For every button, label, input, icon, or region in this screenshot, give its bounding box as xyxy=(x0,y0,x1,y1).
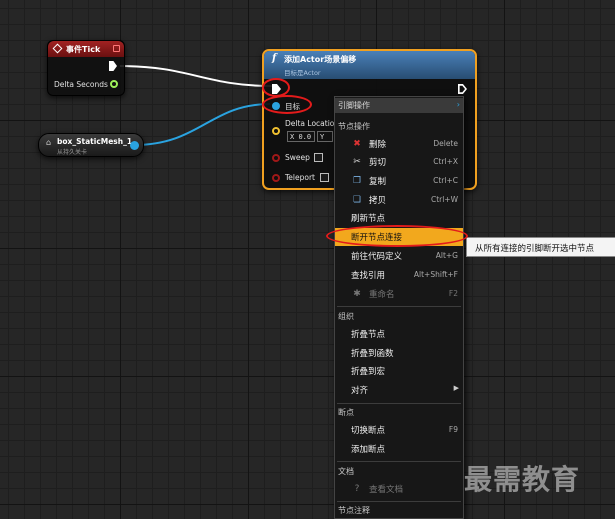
help-icon: ? xyxy=(354,484,360,494)
delta-location-pin[interactable] xyxy=(272,127,280,135)
menu-item-delete[interactable]: ✖ 删除 Delete xyxy=(335,135,463,153)
section-documentation: 文档 xyxy=(338,467,354,476)
menu-item-collapse-to-macro[interactable]: 折叠到宏 xyxy=(335,362,463,380)
menu-item-collapse-nodes[interactable]: 折叠节点 xyxy=(335,325,463,343)
object-output-pin[interactable] xyxy=(130,141,139,150)
object-wire xyxy=(133,103,271,146)
menu-header-pin-actions: 引脚操作 › xyxy=(335,98,463,113)
menu-separator xyxy=(337,461,461,462)
section-organize: 组织 xyxy=(338,312,354,321)
variable-node[interactable]: ⌂ box_StaticMesh_1 从持久关卡 xyxy=(38,133,144,157)
menu-item-view-docs[interactable]: ? 查看文档 xyxy=(335,480,463,498)
menu-separator xyxy=(337,306,461,307)
duplicate-icon: ❏ xyxy=(352,195,362,205)
menu-separator xyxy=(337,501,461,502)
menu-item-rename[interactable]: ✱ 重命名 F2 xyxy=(335,285,463,303)
event-icon xyxy=(52,43,63,54)
delete-icon: ✖ xyxy=(353,139,361,149)
menu-item-align[interactable]: 对齐 ▶ xyxy=(335,381,463,399)
function-node-title: 添加Actor场景偏移 xyxy=(284,55,357,64)
menu-item-goto-code[interactable]: 前往代码定义 Alt+G xyxy=(335,247,463,265)
event-node-header: 事件Tick xyxy=(48,41,124,57)
exec-output-pin[interactable] xyxy=(109,61,117,71)
context-menu: 引脚操作 › 节点操作 ✖ 删除 Delete ✂ 剪切 Ctrl+X ❐ 复制… xyxy=(334,96,464,519)
function-icon: f xyxy=(272,53,277,64)
section-node-actions: 节点操作 xyxy=(338,122,370,131)
menu-item-duplicate[interactable]: ❏ 拷贝 Ctrl+W xyxy=(335,191,463,209)
sweep-checkbox[interactable] xyxy=(314,153,323,162)
delta-seconds-pin[interactable] xyxy=(110,80,118,88)
teleport-pin[interactable] xyxy=(272,174,280,182)
chevron-right-icon: › xyxy=(456,100,460,109)
exec-output-pin[interactable] xyxy=(458,84,467,94)
teleport-label: Teleport xyxy=(285,173,315,182)
teleport-checkbox[interactable] xyxy=(320,173,329,182)
variable-subtitle: 从持久关卡 xyxy=(57,149,88,156)
event-tick-node[interactable]: 事件Tick Delta Seconds xyxy=(47,40,125,96)
y-value-field[interactable]: Y xyxy=(317,131,333,142)
level-actor-icon: ⌂ xyxy=(46,138,52,147)
x-value-field[interactable]: X 0.0 xyxy=(287,131,315,142)
exec-wire xyxy=(119,65,273,87)
function-node-subtitle: 目标是Actor xyxy=(284,69,321,77)
delta-seconds-label: Delta Seconds xyxy=(54,80,108,89)
function-node-header: f 添加Actor场景偏移 目标是Actor xyxy=(264,51,475,79)
break-links-annotation xyxy=(326,225,468,247)
copy-icon: ❐ xyxy=(352,176,362,186)
delta-location-label: Delta Location xyxy=(285,119,340,128)
rename-star-icon: ✱ xyxy=(353,289,361,299)
sweep-label: Sweep xyxy=(285,153,310,162)
menu-separator xyxy=(337,403,461,404)
target-pin-annotation xyxy=(262,95,312,114)
menu-item-toggle-breakpoint[interactable]: 切换断点 F9 xyxy=(335,421,463,439)
event-node-title: 事件Tick xyxy=(66,45,101,54)
menu-item-copy[interactable]: ❐ 复制 Ctrl+C xyxy=(335,172,463,190)
break-links-tooltip: 从所有连接的引脚断开选中节点 xyxy=(466,237,615,257)
menu-item-collapse-to-function[interactable]: 折叠到函数 xyxy=(335,344,463,362)
menu-item-add-breakpoint[interactable]: 添加断点 xyxy=(335,440,463,458)
section-node-comment: 节点注释 xyxy=(338,506,370,515)
sweep-pin[interactable] xyxy=(272,154,280,162)
menu-item-cut[interactable]: ✂ 剪切 Ctrl+X xyxy=(335,153,463,171)
section-breakpoints: 断点 xyxy=(338,408,354,417)
menu-item-find-references[interactable]: 查找引用 Alt+Shift+F xyxy=(335,266,463,284)
stop-icon xyxy=(113,45,120,52)
submenu-arrow-icon: ▶ xyxy=(453,384,459,392)
scissors-icon: ✂ xyxy=(353,157,361,167)
watermark: 最需教育 xyxy=(464,463,581,496)
variable-name: box_StaticMesh_1 xyxy=(57,137,133,146)
